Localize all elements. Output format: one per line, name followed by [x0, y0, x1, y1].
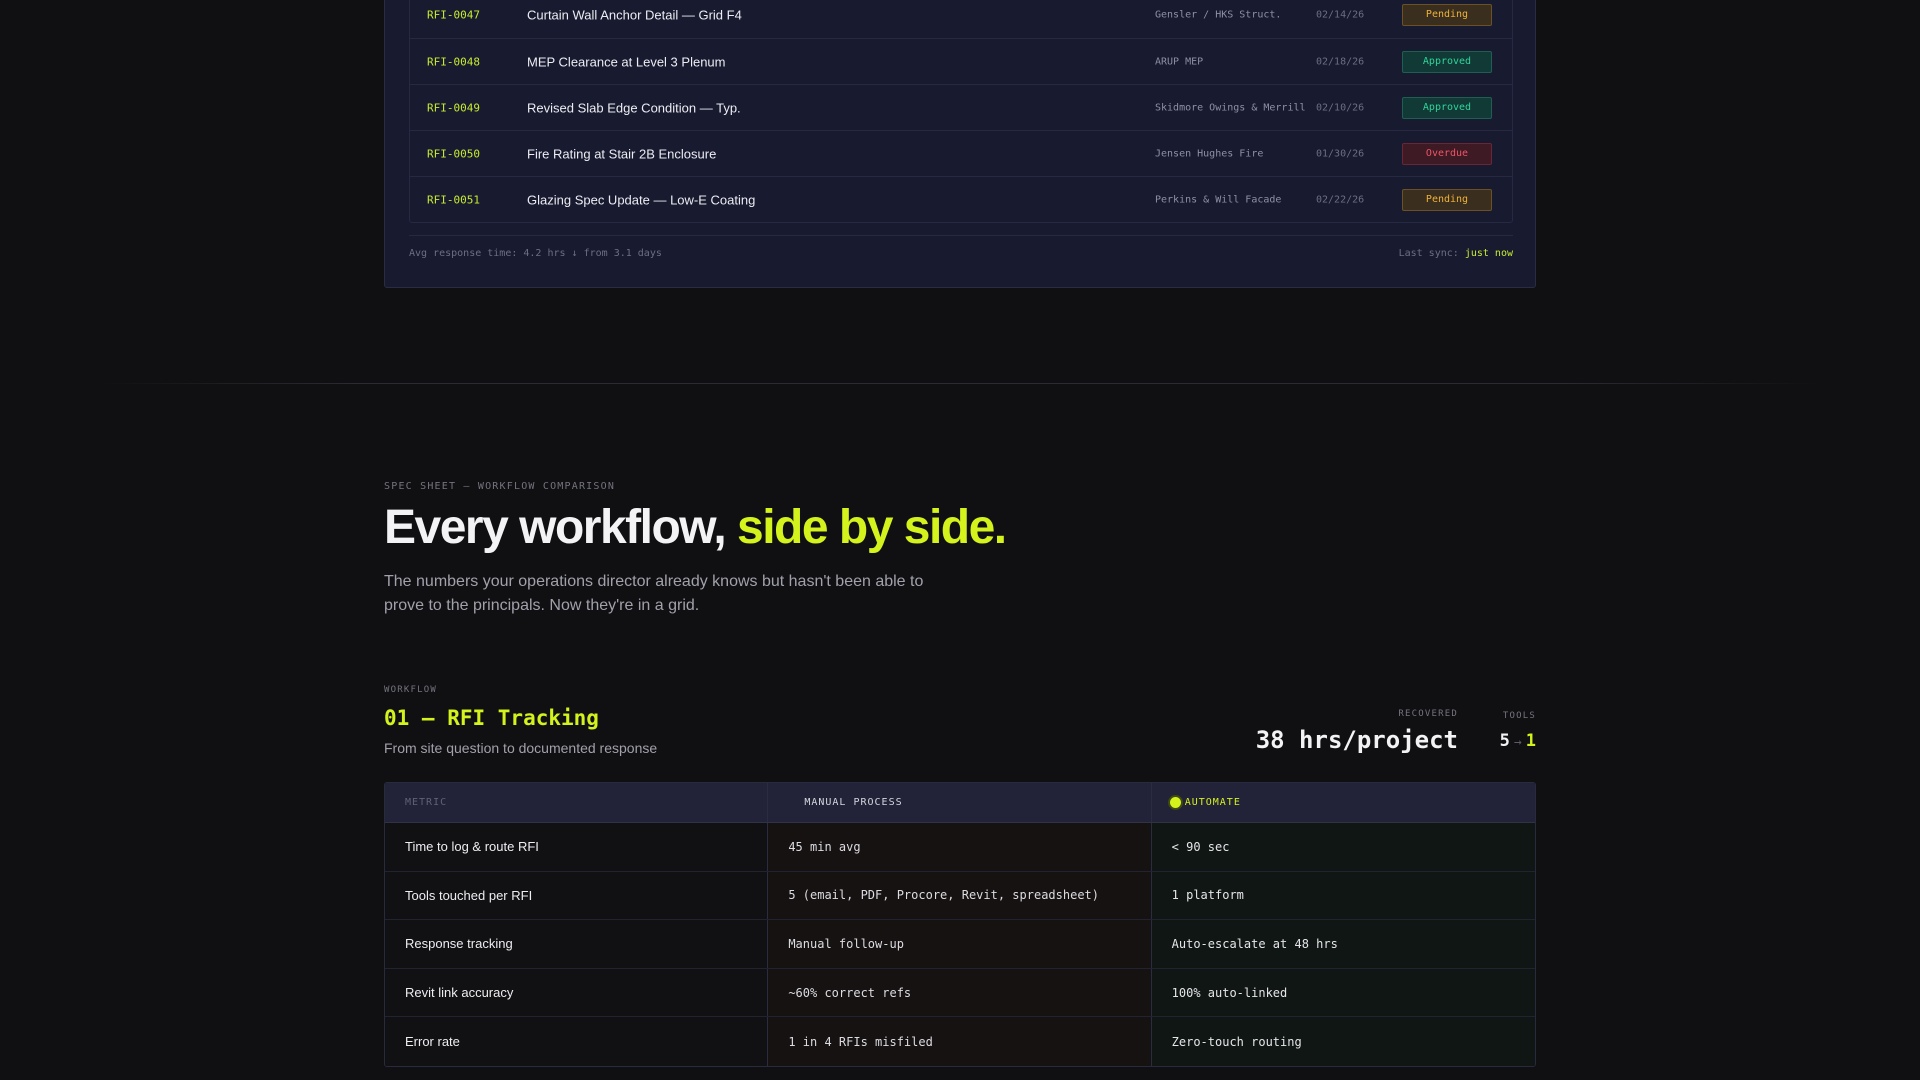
- automate-cell: < 90 sec: [1151, 823, 1535, 871]
- rfi-row[interactable]: RFI-0049 Revised Slab Edge Condition — T…: [410, 84, 1512, 130]
- page-title: Every workflow, side by side.: [384, 500, 1007, 555]
- workflow-title: 01 — RFI Tracking: [384, 706, 599, 730]
- rfi-id[interactable]: RFI-0050: [427, 147, 480, 160]
- automate-cell: Zero-touch routing: [1151, 1017, 1535, 1066]
- rfi-row[interactable]: RFI-0050 Fire Rating at Stair 2B Enclosu…: [410, 130, 1512, 176]
- last-sync-label: Last sync:: [1398, 248, 1459, 259]
- rfi-title: Revised Slab Edge Condition — Typ.: [527, 100, 741, 115]
- automate-cell: 1 platform: [1151, 871, 1535, 920]
- status-badge: Overdue: [1402, 142, 1492, 165]
- rfi-date: 02/18/26: [1316, 56, 1365, 67]
- header-automate: AUTOMATE: [1152, 783, 1535, 822]
- rfi-date: 02/22/26: [1316, 194, 1365, 205]
- rfi-panel: RFI-0047 Curtain Wall Anchor Detail — Gr…: [384, 0, 1536, 288]
- rfi-title: Glazing Spec Update — Low-E Coating: [527, 192, 756, 207]
- status-badge: Approved: [1402, 96, 1492, 119]
- manual-cell: ~60% correct refs: [768, 968, 1152, 1017]
- rfi-row[interactable]: RFI-0048 MEP Clearance at Level 3 Plenum…: [410, 38, 1512, 84]
- rfi-firm: Perkins & Will Facade: [1155, 194, 1282, 205]
- rfi-firm: Gensler / HKS Struct.: [1155, 9, 1282, 20]
- arrow-right-icon: →: [1513, 735, 1522, 750]
- metric-cell: Revit link accuracy: [385, 968, 769, 1017]
- recovered-label: RECOVERED: [1398, 709, 1458, 719]
- headline-accent: side by side.: [737, 501, 1007, 554]
- recovered-value: 38 hrs/project: [1255, 726, 1458, 754]
- rfi-title: Curtain Wall Anchor Detail — Grid F4: [527, 7, 742, 22]
- status-badge: Pending: [1402, 188, 1492, 211]
- rfi-date: 01/30/26: [1316, 148, 1365, 159]
- table-row: Revit link accuracy ~60% correct refs 10…: [385, 968, 1535, 1018]
- workflow-eyebrow: WORKFLOW: [384, 685, 437, 695]
- rfi-date: 02/10/26: [1316, 102, 1365, 113]
- section-subtext: The numbers your operations director alr…: [384, 573, 924, 614]
- automate-cell: 100% auto-linked: [1151, 968, 1535, 1017]
- table-row: Time to log & route RFI 45 min avg < 90 …: [385, 823, 1535, 872]
- avg-response-time: Avg response time: 4.2 hrs ↓ from 3.1 da…: [409, 248, 662, 259]
- tools-value: 5 → 1: [1500, 731, 1536, 751]
- rfi-row[interactable]: RFI-0051 Glazing Spec Update — Low-E Coa…: [410, 176, 1512, 222]
- tools-label: TOOLS: [1502, 711, 1536, 721]
- manual-cell: 5 (email, PDF, Procore, Revit, spreadshe…: [768, 871, 1152, 920]
- manual-cell: Manual follow-up: [768, 920, 1152, 968]
- status-badge: Pending: [1402, 3, 1492, 26]
- rfi-id[interactable]: RFI-0047: [427, 8, 480, 21]
- rfi-id[interactable]: RFI-0048: [427, 55, 480, 68]
- workflow-subtitle: From site question to documented respons…: [384, 740, 658, 756]
- comparison-table: METRIC MANUAL PROCESS AUTOMATE Time to l…: [384, 782, 1536, 1067]
- headline-main: Every workflow,: [384, 501, 738, 554]
- rfi-date: 02/14/26: [1316, 9, 1365, 20]
- table-row: Response tracking Manual follow-up Auto-…: [385, 920, 1535, 969]
- manual-cell: 1 in 4 RFIs misfiled: [768, 1017, 1152, 1066]
- rfi-footer: Avg response time: 4.2 hrs ↓ from 3.1 da…: [409, 235, 1513, 259]
- rfi-firm: Jensen Hughes Fire: [1155, 148, 1264, 159]
- table-row: Error rate 1 in 4 RFIs misfiled Zero-tou…: [385, 1017, 1535, 1066]
- section-eyebrow: SPEC SHEET — WORKFLOW COMPARISON: [384, 481, 616, 492]
- last-sync-value: just now: [1464, 248, 1513, 259]
- rfi-title: MEP Clearance at Level 3 Plenum: [527, 54, 726, 69]
- rfi-firm: Skidmore Owings & Merrill: [1155, 102, 1306, 113]
- rfi-firm: ARUP MEP: [1155, 56, 1204, 67]
- tools-after: 1: [1525, 731, 1536, 751]
- tools-before: 5: [1499, 731, 1510, 751]
- table-row: Tools touched per RFI 5 (email, PDF, Pro…: [385, 871, 1535, 921]
- last-sync: Last sync: just now: [1399, 248, 1513, 259]
- metric-cell: Time to log & route RFI: [385, 823, 769, 871]
- rfi-row[interactable]: RFI-0047 Curtain Wall Anchor Detail — Gr…: [410, 0, 1512, 38]
- manual-cell: 45 min avg: [768, 823, 1152, 871]
- automate-cell: Auto-escalate at 48 hrs: [1151, 920, 1535, 968]
- status-dot-icon: [1169, 797, 1181, 808]
- section-divider: [100, 383, 1820, 384]
- table-header: METRIC MANUAL PROCESS AUTOMATE: [385, 783, 1535, 823]
- header-manual: MANUAL PROCESS: [768, 783, 1152, 822]
- rfi-title: Fire Rating at Stair 2B Enclosure: [527, 146, 717, 161]
- header-metric: METRIC: [385, 783, 769, 822]
- metric-cell: Response tracking: [385, 920, 769, 968]
- rfi-list: RFI-0047 Curtain Wall Anchor Detail — Gr…: [409, 0, 1513, 223]
- rfi-id[interactable]: RFI-0049: [427, 101, 480, 114]
- rfi-id[interactable]: RFI-0051: [427, 193, 480, 206]
- metric-cell: Error rate: [385, 1017, 769, 1066]
- metric-cell: Tools touched per RFI: [385, 871, 769, 920]
- header-automate-label: AUTOMATE: [1184, 797, 1241, 808]
- status-badge: Approved: [1402, 50, 1492, 73]
